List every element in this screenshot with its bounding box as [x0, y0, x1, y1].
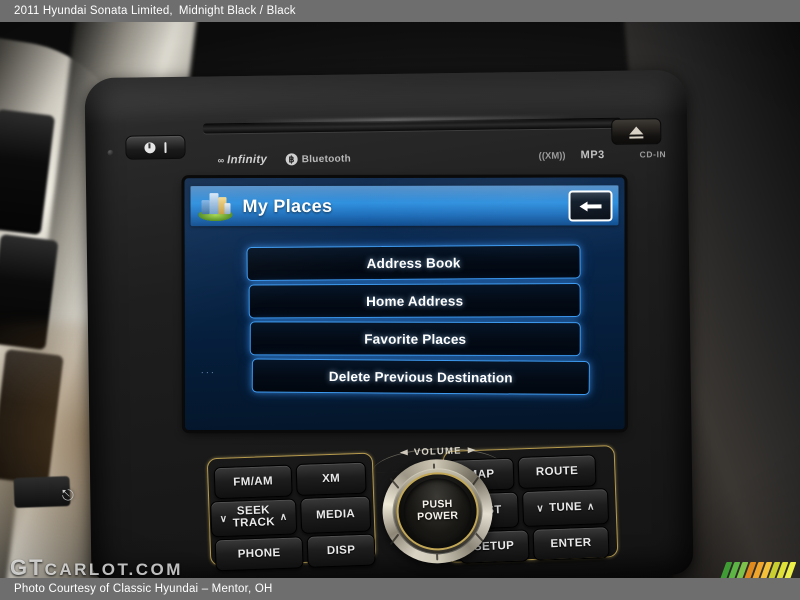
- button-label: XM: [321, 472, 341, 486]
- bezel-highlight: [84, 69, 688, 125]
- menu-item-home-address[interactable]: Home Address: [248, 283, 581, 319]
- bluetooth-icon: ฿: [285, 153, 298, 166]
- button-label: DISP: [326, 544, 356, 558]
- eject-icon-bar: [629, 136, 644, 139]
- volume-label: VOLUME: [413, 445, 462, 458]
- brand-color-bars: [717, 562, 797, 578]
- button-label: MEDIA: [315, 508, 356, 522]
- knob-knurl: [389, 533, 400, 546]
- menu-item-label: Address Book: [366, 254, 461, 271]
- menu-item-label: Delete Previous Destination: [328, 368, 513, 385]
- media-button[interactable]: MEDIA: [300, 495, 372, 534]
- menu-item-label: Favorite Places: [364, 331, 467, 347]
- nav-title-bar: My Places: [190, 185, 619, 227]
- vehicle-title: 2011 Hyundai Sonata Limited,: [14, 5, 173, 17]
- navigation-screen-surface: My Places ... Address Book Home Address: [184, 177, 625, 431]
- screenshot-root: 2011 Hyundai Sonata Limited, Midnight Bla…: [0, 0, 800, 600]
- head-unit-bezel: ∞Infinity ฿ Bluetooth ((XM)) MP3 CD-IN: [84, 69, 694, 578]
- menu-item-favorite-places[interactable]: Favorite Places: [249, 321, 581, 357]
- tune-button[interactable]: ∨ TUNE ∧: [521, 488, 610, 528]
- menu-item-address-book[interactable]: Address Book: [246, 244, 581, 282]
- fm-am-button[interactable]: FM/AM: [213, 464, 293, 500]
- photo-credit-text: Photo Courtesy of Classic Hyundai – Ment…: [14, 583, 273, 595]
- chevron-up-icon: ∧: [586, 501, 595, 513]
- watermark-prefix: GT: [10, 555, 45, 578]
- chevron-up-icon: ∧: [279, 511, 288, 523]
- nav-menu-list: Address Book Home Address Favorite Place…: [246, 244, 590, 398]
- eject-button[interactable]: [611, 118, 662, 145]
- menu-item-label: Home Address: [366, 293, 464, 309]
- eject-icon: [629, 126, 644, 135]
- chevron-down-icon: ∨: [536, 502, 545, 515]
- photo-credit-bar: Photo Courtesy of Classic Hyundai – Ment…: [0, 578, 800, 600]
- knob-label-line2: POWER: [416, 509, 459, 524]
- my-places-buildings-icon: [198, 191, 233, 222]
- volume-decrease-arrow-icon: [399, 449, 408, 456]
- navigation-screen[interactable]: My Places ... Address Book Home Address: [184, 177, 625, 431]
- infinity-logo: ∞ Infinity: [218, 154, 268, 167]
- volume-increase-arrow-icon: [467, 447, 476, 454]
- xm-button[interactable]: XM: [295, 461, 367, 497]
- button-label-line2: TRACK: [232, 516, 276, 530]
- infinity-text: Infinity: [227, 153, 268, 167]
- tune-content: ∨ TUNE ∧: [536, 501, 595, 515]
- icon-building-4: [224, 203, 231, 215]
- nav-page-title: My Places: [242, 195, 333, 216]
- route-button[interactable]: ROUTE: [517, 454, 597, 490]
- chevron-down-icon: ∨: [219, 513, 228, 525]
- back-arrow-icon: [580, 201, 602, 211]
- button-label: ENTER: [550, 536, 592, 551]
- gtcarlot-watermark: GTCARLOT.COM: [10, 555, 183, 578]
- bluetooth-logo: ฿ Bluetooth: [285, 153, 352, 166]
- enter-button[interactable]: ENTER: [532, 526, 610, 561]
- watermark-suffix: CARLOT.COM: [44, 560, 183, 578]
- cd-in-label: CD-IN: [639, 149, 667, 160]
- xm-radio-label: ((XM)): [538, 150, 566, 162]
- recirculation-icon[interactable]: ⎋: [62, 487, 85, 506]
- vehicle-interior-photo: ⎋ ∞ Infinity ฿ Bluetooth ((XM)) MP3 CD-I…: [0, 22, 800, 578]
- vehicle-colors: Midnight Black / Black: [178, 5, 296, 17]
- mp3-label: MP3: [580, 148, 605, 162]
- screen-corner-dots: ...: [200, 364, 216, 377]
- phone-button[interactable]: PHONE: [214, 536, 304, 572]
- seek-track-content: ∨ SEEK TRACK ∧: [219, 505, 288, 531]
- button-label: TUNE: [548, 500, 583, 515]
- bluetooth-text: Bluetooth: [301, 153, 352, 165]
- control-deck: VOLUME FM/AM XM ∨ SEEK TRACK ∧ MEDIA PHO…: [186, 439, 636, 578]
- icon-building-2: [209, 193, 219, 215]
- vehicle-caption-bar: 2011 Hyundai Sonata Limited, Midnight Bla…: [0, 0, 800, 22]
- seek-track-labels: SEEK TRACK: [232, 505, 276, 530]
- disp-button[interactable]: DISP: [306, 533, 376, 568]
- menu-item-delete-previous-destination[interactable]: Delete Previous Destination: [251, 358, 590, 396]
- icon-building-1: [201, 200, 210, 215]
- seek-track-button[interactable]: ∨ SEEK TRACK ∧: [210, 498, 298, 538]
- back-button[interactable]: [568, 190, 613, 222]
- button-label: ROUTE: [535, 464, 579, 479]
- infinity-mark: ∞: [217, 155, 224, 166]
- button-label: FM/AM: [233, 475, 274, 489]
- button-label: PHONE: [237, 547, 281, 561]
- knob-knurl: [389, 477, 400, 489]
